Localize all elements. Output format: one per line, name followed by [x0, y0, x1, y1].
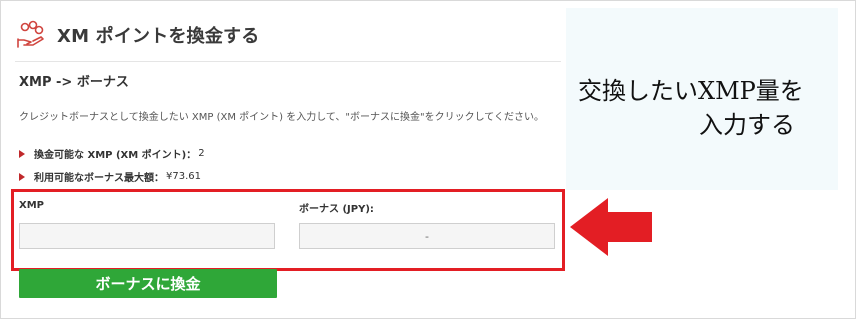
callout-line-2: 入力する — [699, 111, 795, 139]
convert-to-bonus-button[interactable]: ボーナスに換金 — [19, 269, 277, 298]
callout-annotation: 交換したいXMP量を 入力する — [578, 74, 836, 142]
bullet-triangle-icon — [19, 172, 25, 181]
info-value: ¥73.61 — [166, 171, 201, 182]
info-redeemable-xmp: 換金可能な XMP (XM ポイント)： 2 — [19, 146, 205, 161]
info-value: 2 — [198, 148, 205, 159]
info-max-bonus: 利用可能なボーナス最大額： ¥73.61 — [19, 169, 201, 184]
arrow-left-icon — [570, 198, 652, 256]
header-divider — [15, 61, 561, 62]
page-title: XM ポイントを換金する — [57, 26, 260, 47]
instructions-text: クレジットボーナスとして換金したい XMP (XM ポイント) を入力して、"ボ… — [19, 112, 545, 123]
callout-line-1: 交換したいXMP量を — [578, 77, 804, 105]
info-label: 利用可能なボーナス最大額： — [34, 173, 164, 184]
form-highlight-box — [11, 189, 565, 271]
bullet-triangle-icon — [19, 149, 25, 158]
section-title: XMP -> ボーナス — [19, 75, 129, 90]
panel-header: XM ポイントを換金する — [15, 19, 259, 51]
hand-coins-icon — [15, 19, 47, 51]
info-label: 換金可能な XMP (XM ポイント)： — [34, 150, 197, 161]
